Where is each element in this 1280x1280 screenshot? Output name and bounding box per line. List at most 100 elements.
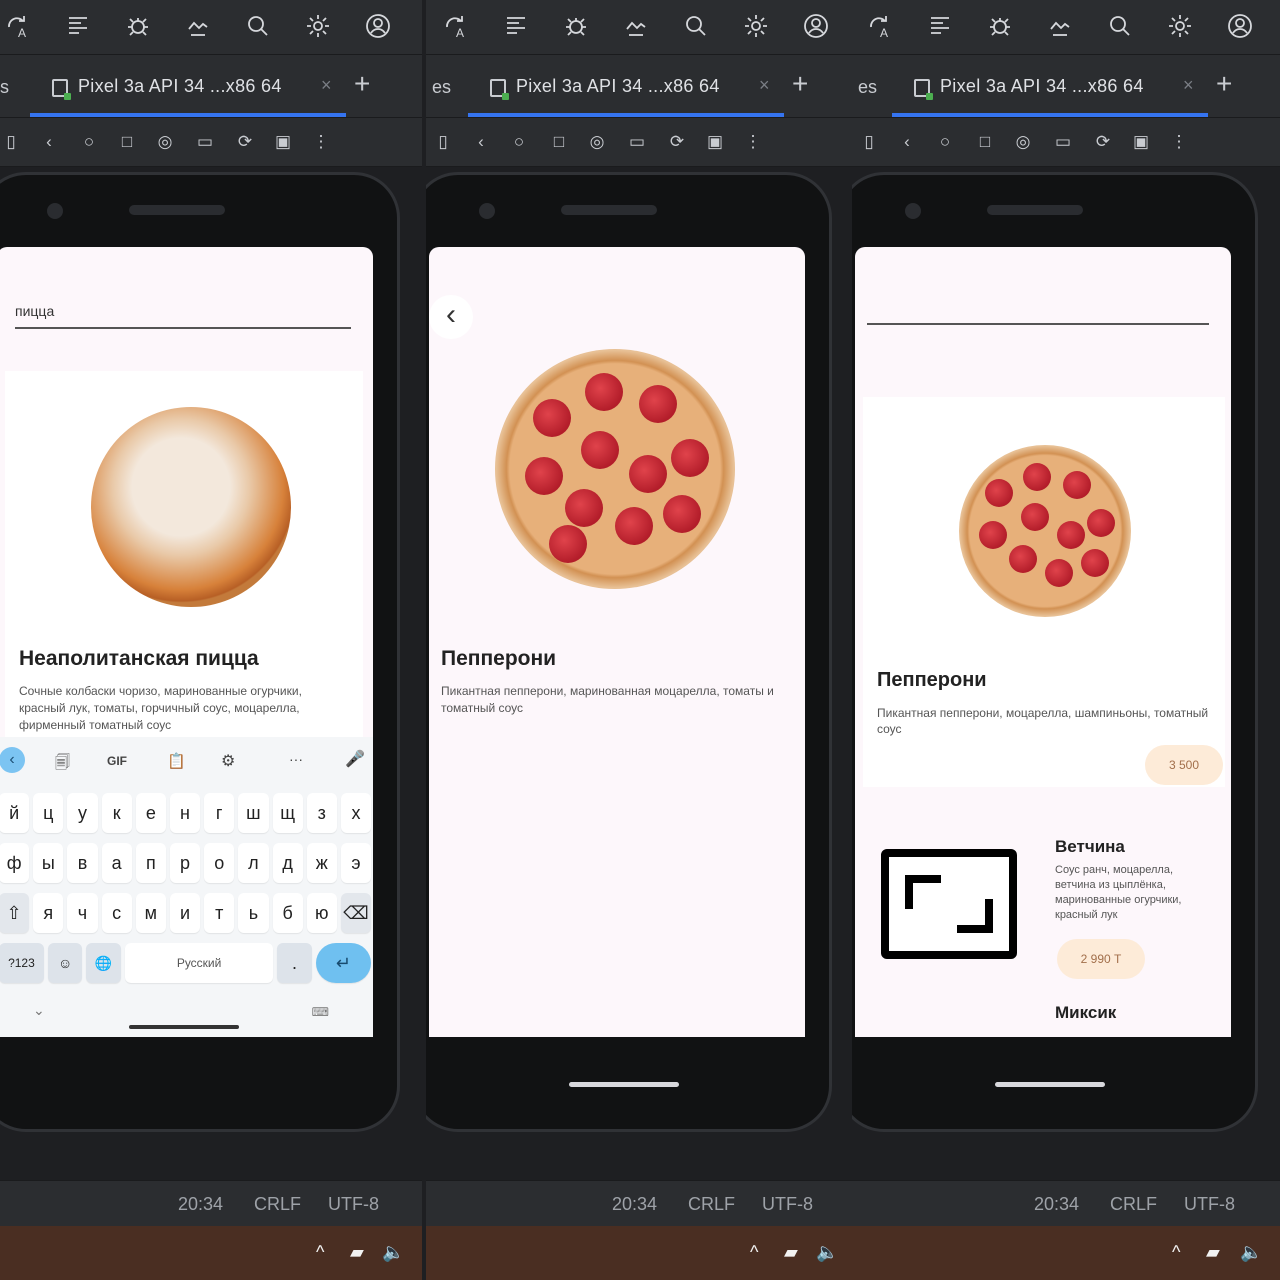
key[interactable]: с	[101, 893, 132, 933]
record-icon[interactable]: ▭	[626, 131, 648, 153]
key[interactable]: ь	[238, 893, 269, 933]
tab-close-button[interactable]: ×	[1183, 75, 1194, 96]
search-icon[interactable]	[1106, 12, 1134, 40]
back-icon[interactable]: ‹	[470, 131, 492, 153]
home-icon[interactable]: ○	[78, 131, 100, 153]
key[interactable]: ш	[238, 793, 269, 833]
keyboard-collapse-button[interactable]: ‹	[0, 747, 25, 773]
encoding-status[interactable]: UTF-8	[328, 1194, 379, 1215]
device-frame-icon[interactable]: ▯	[0, 131, 22, 153]
structure-icon[interactable]	[64, 12, 92, 40]
more-icon[interactable]: ···	[289, 751, 303, 767]
tray-chevron-icon[interactable]: ^	[1172, 1242, 1180, 1263]
debug-icon[interactable]	[986, 12, 1014, 40]
key[interactable]: т	[204, 893, 235, 933]
time-status[interactable]: 20:34	[178, 1194, 223, 1215]
space-key[interactable]: Русский	[124, 943, 274, 983]
rotate-icon[interactable]: ⟳	[234, 131, 256, 153]
overview-icon[interactable]: □	[548, 131, 570, 153]
add-tab-button[interactable]: +	[792, 70, 808, 98]
gif-button[interactable]: GIF	[107, 754, 127, 768]
key[interactable]: ю	[306, 893, 337, 933]
snapshot-icon[interactable]: ▣	[1130, 131, 1152, 153]
tab-fragment[interactable]: s	[0, 77, 9, 98]
home-icon[interactable]: ○	[934, 131, 956, 153]
mic-icon[interactable]: 🎤	[345, 749, 365, 769]
search-icon[interactable]	[682, 12, 710, 40]
structure-icon[interactable]	[502, 12, 530, 40]
account-icon[interactable]	[1226, 12, 1254, 40]
record-icon[interactable]: ▭	[194, 131, 216, 153]
encoding-status[interactable]: UTF-8	[1184, 1194, 1235, 1215]
clipboard-icon[interactable]: 🗐	[55, 752, 70, 777]
add-tab-button[interactable]: +	[1216, 70, 1232, 98]
product-card[interactable]: Неаполитанская пицца Сочные колбаски чор…	[5, 371, 363, 751]
key[interactable]: в	[67, 843, 98, 883]
gear-icon[interactable]	[742, 12, 770, 40]
key[interactable]: ф	[0, 843, 30, 883]
key[interactable]: я	[33, 893, 64, 933]
screenshot-icon[interactable]: ◎	[154, 131, 176, 153]
tab-pixel-device[interactable]: Pixel 3a API 34 ...x86 64 ×	[892, 55, 1208, 117]
overview-icon[interactable]: □	[974, 131, 996, 153]
translate-icon[interactable]: A	[4, 12, 32, 40]
back-icon[interactable]: ‹	[896, 131, 918, 153]
encoding-status[interactable]: UTF-8	[762, 1194, 813, 1215]
tray-chevron-icon[interactable]: ^	[316, 1242, 324, 1263]
debug-icon[interactable]	[562, 12, 590, 40]
key[interactable]: х	[340, 793, 372, 833]
key[interactable]: б	[272, 893, 303, 933]
battery-icon[interactable]: ▰	[350, 1242, 364, 1263]
add-tab-button[interactable]: +	[354, 70, 370, 98]
structure-icon[interactable]	[926, 12, 954, 40]
shift-key[interactable]: ⇧	[0, 893, 30, 933]
tab-fragment[interactable]: es	[432, 77, 451, 98]
key[interactable]: ц	[33, 793, 64, 833]
overview-icon[interactable]: □	[116, 131, 138, 153]
back-button[interactable]: ‹	[429, 295, 473, 339]
key[interactable]: н	[169, 793, 201, 833]
search-input[interactable]: пицца	[15, 303, 54, 319]
key[interactable]: е	[135, 793, 166, 833]
key[interactable]: а	[101, 843, 132, 883]
price-button[interactable]: 2 990 Т	[1057, 939, 1145, 979]
key[interactable]: у	[67, 793, 98, 833]
tray-chevron-icon[interactable]: ^	[750, 1242, 758, 1263]
key[interactable]: й	[0, 793, 30, 833]
backspace-key[interactable]: ⌫	[340, 893, 372, 933]
key[interactable]: з	[306, 793, 337, 833]
translate-icon[interactable]: A	[866, 12, 894, 40]
more-icon[interactable]: ⋮	[1168, 131, 1190, 153]
snapshot-icon[interactable]: ▣	[272, 131, 294, 153]
key[interactable]: д	[272, 843, 303, 883]
battery-icon[interactable]: ▰	[784, 1242, 798, 1263]
key[interactable]: п	[135, 843, 166, 883]
home-icon[interactable]: ○	[508, 131, 530, 153]
hide-keyboard-icon[interactable]: ⌄	[33, 1002, 45, 1019]
keyboard-switch-icon[interactable]: ⌨	[312, 1005, 329, 1019]
volume-icon[interactable]: 🔈	[1240, 1242, 1262, 1263]
gear-icon[interactable]	[1166, 12, 1194, 40]
volume-icon[interactable]: 🔈	[816, 1242, 838, 1263]
sync-icon[interactable]	[1046, 12, 1074, 40]
translate-icon[interactable]: A	[442, 12, 470, 40]
screenshot-icon[interactable]: ◎	[1012, 131, 1034, 153]
key[interactable]: м	[135, 893, 166, 933]
period-key[interactable]: .	[277, 943, 312, 983]
screenshot-icon[interactable]: ◎	[586, 131, 608, 153]
key[interactable]: щ	[272, 793, 303, 833]
key[interactable]: о	[204, 843, 235, 883]
account-icon[interactable]	[364, 12, 392, 40]
key[interactable]: ч	[67, 893, 98, 933]
key[interactable]: г	[204, 793, 235, 833]
line-separator-status[interactable]: CRLF	[254, 1194, 301, 1215]
tab-pixel-device[interactable]: Pixel 3a API 34 ...x86 64 ×	[468, 55, 784, 117]
symbols-key[interactable]: ?123	[0, 943, 44, 983]
enter-key[interactable]: ↵	[315, 943, 372, 983]
device-frame-icon[interactable]: ▯	[432, 131, 454, 153]
key[interactable]: ж	[306, 843, 337, 883]
product-card[interactable]: Пепперони Пикантная пепперони, моцарелла…	[863, 397, 1225, 787]
more-icon[interactable]: ⋮	[742, 131, 764, 153]
more-icon[interactable]: ⋮	[310, 131, 332, 153]
line-separator-status[interactable]: CRLF	[688, 1194, 735, 1215]
